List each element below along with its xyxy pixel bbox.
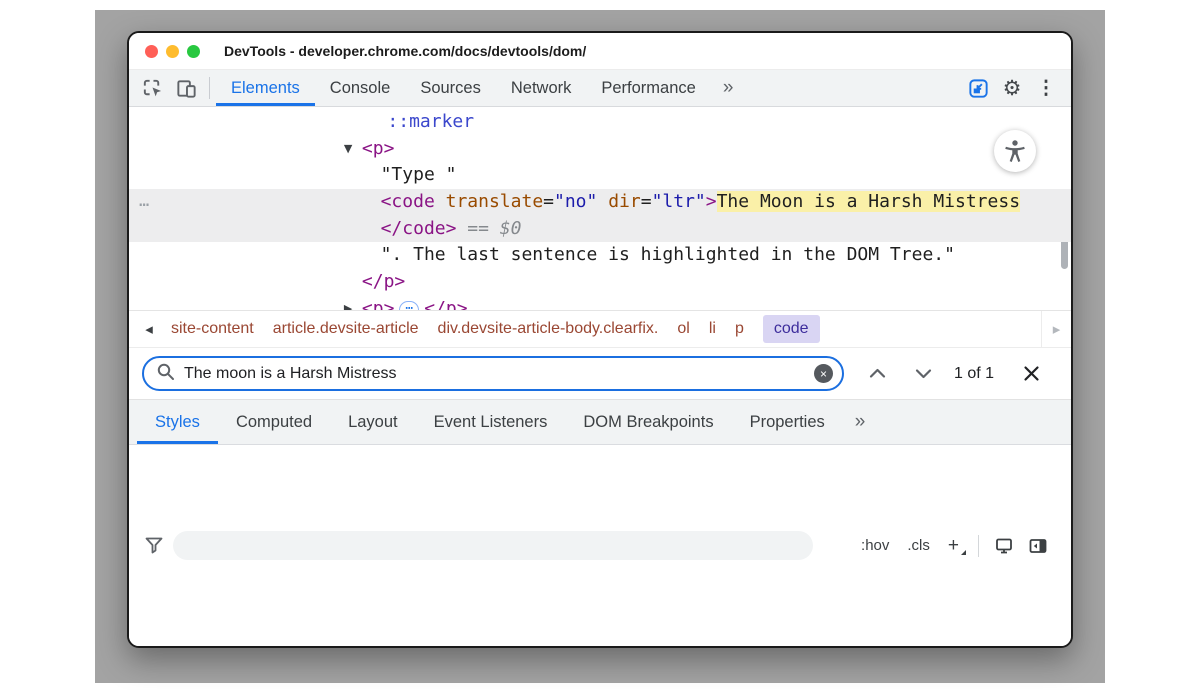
rendering-emulation-icon[interactable]	[987, 536, 1021, 556]
code-token-attr: translate	[435, 191, 543, 212]
dom-tree-line[interactable]: …<code translate="no" dir="ltr">The Moon…	[129, 189, 1071, 216]
code-token-tag: <p>	[362, 138, 395, 159]
previous-match-icon[interactable]	[858, 355, 896, 393]
window-title: DevTools - developer.chrome.com/docs/dev…	[224, 43, 586, 59]
code-token-text: =	[641, 191, 652, 212]
clear-search-icon[interactable]: ×	[814, 364, 833, 383]
dom-tree-line[interactable]: ▼<p>	[129, 136, 1071, 163]
tab-event-listeners[interactable]: Event Listeners	[416, 400, 566, 444]
device-toolbar-icon[interactable]	[169, 70, 203, 106]
styles-filter-field	[173, 531, 813, 560]
toolbar-divider	[978, 535, 979, 557]
styles-filter-input[interactable]	[173, 537, 813, 554]
toolbar-divider	[209, 77, 210, 99]
tab-layout[interactable]: Layout	[330, 400, 416, 444]
titlebar: DevTools - developer.chrome.com/docs/dev…	[129, 33, 1071, 70]
inspect-element-icon[interactable]	[135, 70, 169, 106]
expand-arrow-icon[interactable]: ▶	[344, 296, 362, 310]
code-token-tag: <p>	[362, 298, 395, 310]
breadcrumb-item[interactable]: p	[735, 320, 744, 338]
code-token-text: =	[543, 191, 554, 212]
tab-network[interactable]: Network	[496, 70, 587, 106]
dom-tree-line[interactable]: </code> == $0	[129, 216, 1071, 243]
code-token-text: ". The last sentence is highlighted in t…	[381, 244, 955, 265]
next-match-icon[interactable]	[904, 355, 942, 393]
breadcrumb-bar: ◂ site-content article.devsite-article div…	[129, 310, 1071, 347]
tab-performance[interactable]: Performance	[586, 70, 710, 106]
dom-tree-line[interactable]: </p>	[129, 269, 1071, 296]
devtools-window: DevTools - developer.chrome.com/docs/dev…	[127, 31, 1073, 648]
tab-computed[interactable]: Computed	[218, 400, 330, 444]
tab-elements[interactable]: Elements	[216, 70, 315, 106]
code-token-val: "ltr"	[652, 191, 706, 212]
styles-toolbar-right: :hov .cls +	[852, 535, 1055, 557]
overflow-dots-icon: …	[139, 188, 150, 215]
tab-console[interactable]: Console	[315, 70, 406, 106]
breadcrumb-item[interactable]: code	[763, 315, 820, 343]
breadcrumb-item[interactable]: ol	[677, 320, 689, 338]
breadcrumb-item[interactable]: site-content	[171, 320, 254, 338]
more-options-kebab-icon[interactable]: ⋮	[1029, 77, 1063, 100]
search-bar: × 1 of 1	[129, 347, 1071, 399]
search-box: ×	[142, 356, 844, 391]
tab-dom-breakpoints[interactable]: DOM Breakpoints	[565, 400, 731, 444]
dom-tree: ::marker▼<p>"Type "…<code translate="no"…	[129, 107, 1071, 310]
collapse-arrow-icon[interactable]: ▼	[344, 136, 362, 163]
more-panels-icon[interactable]: »	[711, 70, 746, 106]
crumb-scroll-right-icon[interactable]: ▸	[1041, 311, 1071, 347]
new-style-rule-button[interactable]: +	[939, 535, 970, 557]
dom-tree-line[interactable]: ::marker	[129, 109, 1071, 136]
code-token-val: "no"	[554, 191, 597, 212]
search-icon	[156, 362, 175, 386]
filter-icon	[145, 537, 163, 554]
expand-inline-button[interactable]: ⋯	[399, 301, 419, 310]
search-input[interactable]	[184, 365, 814, 383]
tab-properties[interactable]: Properties	[732, 400, 843, 444]
dom-tree-line[interactable]: "Type "	[129, 162, 1071, 189]
code-token-attr: dir	[597, 191, 640, 212]
dom-tree-line[interactable]: ". The last sentence is highlighted in t…	[129, 242, 1071, 269]
code-token-hl: The Moon is a Harsh Mistress	[717, 191, 1020, 212]
crumb-scroll-left-icon[interactable]: ◂	[135, 311, 163, 347]
close-search-icon[interactable]	[1012, 355, 1050, 393]
dock-side-icon[interactable]	[961, 77, 995, 100]
tab-sources[interactable]: Sources	[405, 70, 496, 106]
window-controls	[145, 45, 200, 58]
devtools-toolbar: ElementsConsoleSourcesNetworkPerformance…	[129, 70, 1071, 107]
styles-toolbar: :hov .cls +	[129, 445, 1071, 646]
code-token-tag: </p>	[424, 298, 467, 310]
match-count: 1 of 1	[954, 365, 994, 383]
code-token-tag: </code>	[381, 218, 457, 239]
toggle-element-state-button[interactable]: :hov	[852, 537, 898, 554]
toolbar-right-group: ⚙ ⋮	[961, 70, 1063, 106]
tab-styles[interactable]: Styles	[137, 400, 218, 444]
code-token-meta: == $0	[456, 218, 521, 239]
code-token-pseudo: ::marker	[387, 111, 474, 132]
breadcrumb-item[interactable]: li	[709, 320, 716, 338]
toggle-sidebar-icon[interactable]	[1021, 536, 1055, 556]
main-tabbar: ElementsConsoleSourcesNetworkPerformance	[216, 70, 711, 106]
dom-tree-line[interactable]: ▶<p> ⋯ </p>	[129, 296, 1071, 310]
more-sidebar-tabs-icon[interactable]: »	[843, 400, 878, 444]
breadcrumb-item[interactable]: div.devsite-article-body.clearfix.	[438, 320, 659, 338]
close-button[interactable]	[145, 45, 158, 58]
code-token-tag: <code	[381, 191, 435, 212]
settings-gear-icon[interactable]: ⚙	[995, 76, 1029, 101]
zoom-button[interactable]	[187, 45, 200, 58]
minimize-button[interactable]	[166, 45, 179, 58]
breadcrumb-item[interactable]: article.devsite-article	[273, 320, 419, 338]
panel-tabbar: StylesComputedLayoutEvent ListenersDOM B…	[129, 399, 1071, 445]
code-token-tag: </p>	[362, 271, 405, 292]
toggle-classes-button[interactable]: .cls	[898, 537, 939, 554]
breadcrumb: site-content article.devsite-article div.d…	[163, 315, 820, 343]
code-token-tag: >	[706, 191, 717, 212]
code-token-text: "Type "	[381, 164, 457, 185]
